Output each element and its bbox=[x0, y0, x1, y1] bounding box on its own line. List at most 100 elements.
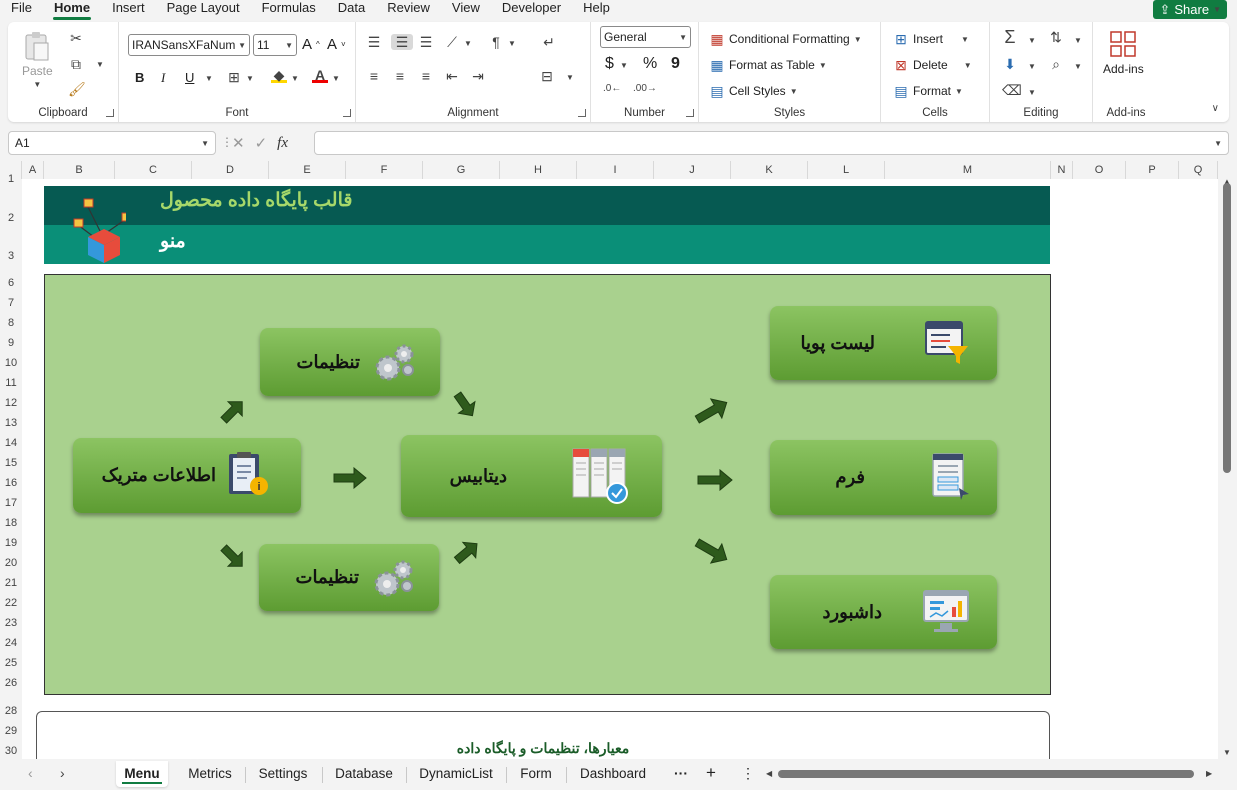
tab-home[interactable]: Home bbox=[43, 0, 101, 20]
row-header[interactable]: 17 bbox=[0, 497, 22, 509]
settings-bottom-card[interactable]: تنظیمات bbox=[259, 544, 439, 611]
orientation-icon[interactable]: ⟋ bbox=[444, 34, 460, 50]
paste-button[interactable]: Paste ▼ bbox=[22, 30, 53, 89]
column-header[interactable]: H bbox=[500, 161, 577, 179]
sheet-tab-settings[interactable]: Settings bbox=[250, 761, 316, 787]
row-header[interactable]: 8 bbox=[0, 317, 22, 329]
sheet-tab-menu[interactable]: Menu bbox=[116, 761, 168, 787]
worksheet[interactable]: قالب پایگاه داده محصول منو تنظیمات اطلاع… bbox=[22, 179, 1218, 759]
column-header[interactable]: K bbox=[731, 161, 808, 179]
sheet-tab-database[interactable]: Database bbox=[328, 761, 400, 787]
borders-icon[interactable]: ⊞ bbox=[226, 69, 242, 85]
row-header[interactable]: 13 bbox=[0, 417, 22, 429]
tab-page-layout[interactable]: Page Layout bbox=[156, 0, 251, 18]
row-header[interactable]: 21 bbox=[0, 577, 22, 589]
percent-button[interactable]: % bbox=[643, 55, 657, 73]
tab-help[interactable]: Help bbox=[572, 0, 621, 18]
tab-view[interactable]: View bbox=[441, 0, 491, 18]
row-header[interactable]: 7 bbox=[0, 297, 22, 309]
format-as-table-button[interactable]: ▦ Format as Table ▼ bbox=[709, 57, 826, 73]
grow-font-button[interactable]: A ^ bbox=[302, 36, 320, 53]
column-header[interactable]: O bbox=[1073, 161, 1126, 179]
wrap-text-icon[interactable]: ↵ bbox=[541, 34, 557, 50]
align-center-icon[interactable]: ≡ bbox=[392, 68, 408, 84]
column-header[interactable]: F bbox=[346, 161, 423, 179]
settings-top-card[interactable]: تنظیمات bbox=[260, 328, 440, 396]
row-header[interactable]: 14 bbox=[0, 437, 22, 449]
clear-icon[interactable]: ⌫ bbox=[1002, 82, 1022, 98]
column-header[interactable]: L bbox=[808, 161, 885, 179]
merge-cells-icon[interactable]: ⊟ bbox=[539, 68, 555, 84]
ribbon-collapse-icon[interactable]: ∨ bbox=[1212, 103, 1219, 114]
row-header[interactable]: 19 bbox=[0, 537, 22, 549]
row-header[interactable]: 15 bbox=[0, 457, 22, 469]
metrics-card[interactable]: اطلاعات متریک i bbox=[73, 438, 301, 513]
scroll-right-icon[interactable]: ▶ bbox=[1206, 769, 1212, 778]
row-header[interactable]: 24 bbox=[0, 637, 22, 649]
font-family-select[interactable]: IRANSansXFaNum ▼ bbox=[128, 34, 250, 56]
row-header[interactable]: 12 bbox=[0, 397, 22, 409]
tab-file[interactable]: File bbox=[0, 0, 43, 18]
sheet-tab-dashboard[interactable]: Dashboard bbox=[572, 761, 654, 787]
row-header[interactable]: 20 bbox=[0, 557, 22, 569]
font-size-select[interactable]: 11 ▼ bbox=[253, 34, 297, 56]
decrease-decimal-icon[interactable]: .00→ bbox=[633, 81, 657, 97]
sheet-tab-metrics[interactable]: Metrics bbox=[180, 761, 240, 787]
insert-function-button[interactable]: fx bbox=[277, 135, 288, 152]
alignment-launcher-icon[interactable] bbox=[578, 109, 586, 117]
autosum-icon[interactable]: Σ bbox=[1002, 28, 1018, 46]
increase-indent-icon[interactable]: ⇥ bbox=[470, 68, 486, 84]
fill-icon[interactable]: ⬇ bbox=[1002, 56, 1018, 72]
enter-icon[interactable]: ✓ bbox=[255, 134, 268, 152]
align-right-icon[interactable]: ≡ bbox=[418, 68, 434, 84]
column-header[interactable]: B bbox=[44, 161, 115, 179]
column-header[interactable]: C bbox=[115, 161, 192, 179]
align-bottom-icon[interactable]: ☰ bbox=[418, 34, 434, 50]
column-header[interactable]: P bbox=[1126, 161, 1179, 179]
scroll-left-icon[interactable]: ◀ bbox=[766, 769, 772, 778]
share-button[interactable]: ⇪ Share ▼ bbox=[1153, 0, 1227, 19]
row-header[interactable]: 6 bbox=[0, 277, 22, 289]
sheet-tab-form[interactable]: Form bbox=[512, 761, 560, 787]
tab-formulas[interactable]: Formulas bbox=[251, 0, 327, 18]
row-header[interactable]: 16 bbox=[0, 477, 22, 489]
align-top-icon[interactable]: ☰ bbox=[366, 34, 382, 50]
chevron-left-icon[interactable]: ‹ bbox=[28, 765, 33, 781]
format-cells-button[interactable]: ▤ Format ▼ bbox=[893, 83, 963, 99]
dashboard-card[interactable]: داشبورد bbox=[770, 575, 997, 649]
align-middle-icon[interactable]: ☰ bbox=[391, 34, 413, 50]
comma-button[interactable]: 9 bbox=[671, 55, 680, 73]
insert-cells-button[interactable]: ⊞ Insert ▼ bbox=[893, 31, 969, 47]
addins-button[interactable]: Add-ins bbox=[1103, 30, 1144, 76]
more-options-icon[interactable]: ⋮ bbox=[741, 765, 755, 782]
name-box[interactable]: A1 ▼ bbox=[8, 131, 216, 155]
copy-icon[interactable]: ⧉ bbox=[68, 56, 84, 72]
row-header[interactable]: 18 bbox=[0, 517, 22, 529]
horizontal-scroll-thumb[interactable] bbox=[778, 770, 1194, 778]
fill-color-icon[interactable]: ◆ bbox=[271, 67, 287, 83]
form-card[interactable]: فرم bbox=[770, 440, 997, 515]
column-header[interactable]: E bbox=[269, 161, 346, 179]
dynamic-list-card[interactable]: لیست پویا bbox=[770, 306, 997, 380]
formula-input[interactable]: ▼ bbox=[314, 131, 1229, 155]
number-launcher-icon[interactable] bbox=[686, 109, 694, 117]
delete-cells-button[interactable]: ⊠ Delete ▼ bbox=[893, 57, 971, 73]
column-header[interactable]: J bbox=[654, 161, 731, 179]
column-header[interactable]: G bbox=[423, 161, 500, 179]
increase-decimal-icon[interactable]: .0← bbox=[603, 81, 621, 97]
tab-developer[interactable]: Developer bbox=[491, 0, 572, 18]
vertical-scroll-thumb[interactable] bbox=[1223, 183, 1231, 473]
sort-filter-icon[interactable]: ⇅ bbox=[1048, 29, 1064, 45]
tab-insert[interactable]: Insert bbox=[101, 0, 156, 18]
column-header[interactable]: Q bbox=[1179, 161, 1218, 179]
expand-formula-icon[interactable]: ▼ bbox=[1214, 139, 1222, 148]
cancel-icon[interactable]: ✕ bbox=[232, 134, 245, 152]
more-sheets-icon[interactable]: ··· bbox=[674, 765, 688, 781]
row-header[interactable]: 11 bbox=[0, 377, 22, 389]
clipboard-launcher-icon[interactable] bbox=[106, 109, 114, 117]
tab-review[interactable]: Review bbox=[376, 0, 441, 18]
font-color-icon[interactable]: A bbox=[312, 67, 328, 83]
tab-data[interactable]: Data bbox=[327, 0, 376, 18]
bold-button[interactable]: B bbox=[135, 70, 144, 85]
cell-styles-button[interactable]: ▤ Cell Styles ▼ bbox=[709, 83, 797, 99]
